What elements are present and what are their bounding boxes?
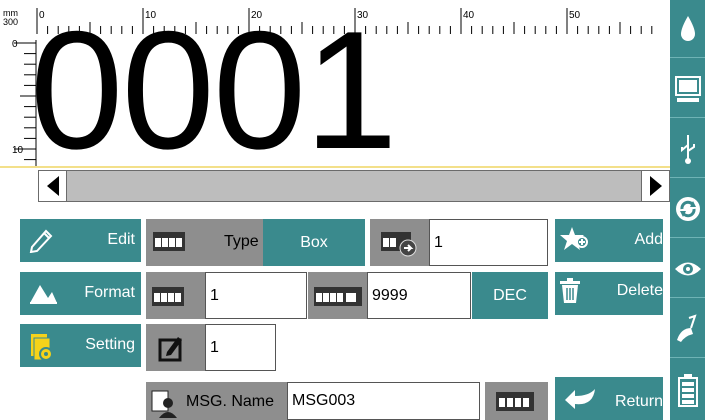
cleaning-brush-icon (676, 313, 697, 342)
delete-button-label: Delete (616, 282, 663, 299)
edit-step-icon (158, 334, 186, 362)
msg-name-value: MSG003 (292, 392, 356, 409)
refresh-icon (675, 196, 700, 221)
trash-icon (559, 278, 581, 309)
setting-button-label: Setting (85, 336, 135, 353)
repeat-count-field[interactable]: 1 (429, 219, 548, 266)
mountain-format-icon (28, 280, 58, 311)
step-field[interactable]: 1 (205, 324, 276, 371)
usb-icon (680, 134, 695, 164)
number-mode-button[interactable]: DEC (472, 272, 548, 319)
msg-name-label: MSG. Name (186, 393, 275, 410)
monitor-icon (674, 75, 701, 102)
msg-name-label-cell: MSG. Name (146, 382, 287, 420)
counter-end-icon (313, 284, 363, 308)
counter-type-icon (152, 229, 186, 253)
repeat-count-label-cell (370, 219, 429, 266)
counter-icon-cell[interactable] (485, 382, 548, 420)
add-button[interactable]: Add (555, 219, 663, 262)
counter-icon (495, 389, 535, 413)
type-value: Box (300, 233, 328, 251)
type-label-cell: Type (146, 219, 263, 266)
eye-icon (674, 262, 701, 275)
refresh-button[interactable] (670, 180, 705, 238)
step-value: 1 (210, 338, 219, 356)
serial-counter-text: 0001 (30, 0, 398, 168)
ruler-v-label: 0 (12, 39, 18, 50)
star-plus-icon (559, 225, 589, 260)
return-button[interactable]: Return (555, 377, 663, 420)
counter-repeat-icon (380, 229, 418, 257)
ruler-h-label: 40 (463, 10, 475, 21)
ruler-v-label: 10 (12, 145, 24, 156)
scroll-right-button[interactable] (641, 171, 669, 201)
print-height-line (0, 166, 670, 168)
type-label: Type (224, 233, 259, 250)
repeat-count-value: 1 (434, 233, 443, 251)
step-label-cell (146, 324, 205, 371)
user-document-icon (150, 388, 180, 418)
ink-drop-button[interactable] (670, 0, 705, 58)
right-sidebar (670, 0, 705, 420)
battery-icon (677, 374, 698, 407)
end-value-field[interactable]: 9999 (367, 272, 471, 319)
delete-button[interactable]: Delete (555, 272, 663, 315)
format-button-label: Format (84, 284, 135, 301)
battery-button[interactable] (670, 360, 705, 420)
return-button-label: Return (614, 393, 663, 410)
scroll-left-button[interactable] (39, 171, 67, 201)
triangle-right-icon (649, 176, 662, 196)
end-value-label-cell (308, 272, 367, 319)
msg-name-field[interactable]: MSG003 (287, 382, 480, 420)
usb-button[interactable] (670, 120, 705, 178)
ink-drop-icon (680, 15, 695, 41)
pencil-icon (28, 227, 56, 258)
start-value-label-cell (146, 272, 205, 319)
triangle-left-icon (46, 176, 59, 196)
format-button[interactable]: Format (20, 272, 141, 315)
document-gear-icon (28, 332, 56, 367)
add-button-label: Add (634, 231, 663, 248)
end-value: 9999 (372, 286, 408, 304)
edit-button[interactable]: Edit (20, 219, 141, 262)
start-value-field[interactable]: 1 (205, 272, 307, 319)
setting-button[interactable]: Setting (20, 324, 141, 367)
ruler-h-label: 50 (569, 10, 581, 21)
view-button[interactable] (670, 240, 705, 298)
type-select-box[interactable]: Box (263, 219, 365, 266)
counter-start-icon (151, 284, 185, 308)
return-arrow-icon (563, 387, 597, 414)
clean-button[interactable] (670, 300, 705, 358)
start-value: 1 (210, 286, 219, 304)
monitor-button[interactable] (670, 60, 705, 118)
edit-button-label: Edit (107, 231, 135, 248)
print-preview-canvas[interactable]: mm 300 0 10 20 30 40 50 0 10 0001 (0, 0, 670, 168)
canvas-scrollbar[interactable] (38, 170, 670, 202)
number-mode-label: DEC (493, 286, 527, 304)
